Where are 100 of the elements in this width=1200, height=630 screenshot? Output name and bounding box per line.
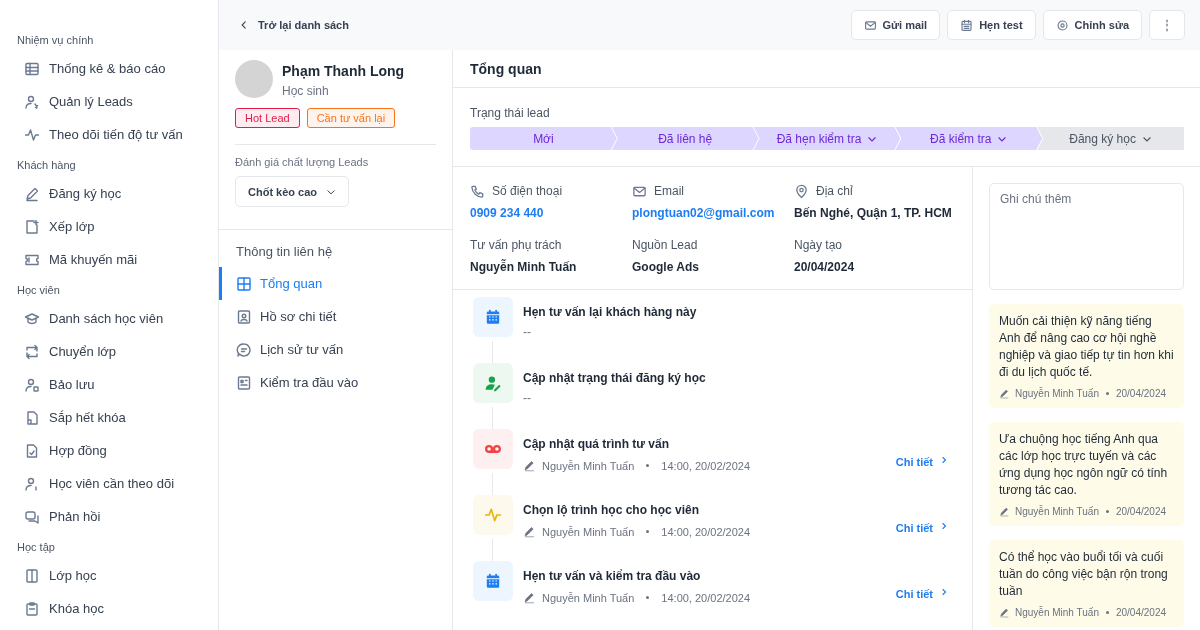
detail-link[interactable]: Chi tiết xyxy=(895,588,948,600)
dot-separator xyxy=(1105,392,1109,395)
dot-separator xyxy=(646,464,650,467)
calendar-icon xyxy=(484,572,502,590)
sidebar-item[interactable]: Mã khuyến mãi xyxy=(0,243,218,276)
avatar xyxy=(235,60,273,98)
contact-link[interactable]: plongtuan02@gmail.com xyxy=(632,206,775,220)
toolbar-button[interactable]: Gửi mail xyxy=(850,10,941,40)
author-name: Nguyễn Minh Tuấn xyxy=(1015,506,1099,517)
chat-icon xyxy=(24,508,40,525)
lead-name: Phạm Thanh Long xyxy=(282,63,405,79)
sidebar-item[interactable]: Sắp hết khóa xyxy=(0,401,218,434)
calendar-icon xyxy=(484,308,502,326)
pen-icon xyxy=(523,525,536,538)
graduation-cap-icon xyxy=(24,310,40,327)
timestamp: 14:00, 20/02/2024 xyxy=(661,459,751,472)
section-heading: Học viên xyxy=(16,284,61,296)
author-name: Nguyễn Minh Tuấn xyxy=(542,459,635,472)
dot-separator xyxy=(646,596,650,599)
sidebar-item[interactable]: Chuyển lớp xyxy=(0,335,218,368)
detail-link[interactable]: Chi tiết xyxy=(895,456,948,468)
toolbar-button[interactable]: Hẹn test xyxy=(947,10,1036,40)
pen-icon xyxy=(999,607,1010,618)
sidebar-item[interactable]: Theo dõi tiến độ tư vấn xyxy=(0,118,218,151)
field-label: Email xyxy=(654,184,684,198)
table-icon xyxy=(24,60,40,77)
timeline-title: Chọn lộ trình học cho học viên xyxy=(523,503,700,517)
author-name: Nguyễn Minh Tuấn xyxy=(1015,607,1099,618)
sidebar-item[interactable]: Hợp đồng xyxy=(0,434,218,467)
status-step[interactable]: Đã hẹn kiểm tra xyxy=(753,127,901,150)
chevron-left-icon xyxy=(239,20,249,30)
field-label: Địa chỉ xyxy=(816,184,853,198)
chevron-right-icon xyxy=(940,522,948,530)
document-icon xyxy=(24,409,40,426)
dot-separator xyxy=(1105,510,1109,513)
sidebar-item[interactable]: Thống kê & báo cáo xyxy=(0,52,218,85)
field-value: Bến Nghé, Quận 1, TP. HCM xyxy=(794,206,952,220)
timeline-title: Cập nhật trạng thái đăng ký học xyxy=(523,371,707,385)
field-value: 20/04/2024 xyxy=(794,260,855,274)
sidebar-item[interactable]: Bảo lưu xyxy=(0,368,218,401)
nav-item[interactable]: Tổng quan xyxy=(219,267,452,300)
id-card-icon xyxy=(236,308,252,325)
note-text: Ưa chuộng học tiếng Anh qua các lớp học trực tuyến và các ứng dụng học ngôn ngữ có tính tương tác cao. xyxy=(999,431,1169,499)
section-heading: Nhiệm vụ chính xyxy=(16,34,95,46)
section-heading: Học tập xyxy=(16,541,56,553)
nav-item[interactable]: Hồ sơ chi tiết xyxy=(219,300,452,333)
timestamp: 14:00, 20/02/2024 xyxy=(661,525,751,538)
form-icon xyxy=(236,374,252,391)
field-label: Tư vấn phụ trách xyxy=(470,238,562,252)
author-name: Nguyễn Minh Tuấn xyxy=(542,591,635,604)
sidebar-item[interactable]: Khóa học xyxy=(0,592,218,625)
timeline-title: Hẹn tư vấn và kiểm tra đầu vào xyxy=(523,569,702,583)
status-step[interactable]: Đã liên hệ xyxy=(611,127,759,150)
contact-link[interactable]: 0909 234 440 xyxy=(470,206,544,220)
timeline-title: Hẹn tư vấn lại khách hàng này xyxy=(523,305,698,319)
timeline-title: Cập nhật quá trình tư vấn xyxy=(523,437,671,451)
sidebar-item[interactable]: Xếp lớp xyxy=(0,210,218,243)
field-value: Google Ads xyxy=(632,260,699,274)
field-label: Nguồn Lead xyxy=(632,238,698,252)
phone-icon xyxy=(470,183,485,199)
note-text: Muốn cải thiện kỹ năng tiếng Anh để nâng cao cơ hội nghề nghiệp và giao tiếp tự tin hơn khi đi du lịch quốc tế. xyxy=(999,313,1174,381)
sidebar-item[interactable]: Học viên cần theo dõi xyxy=(0,467,218,500)
timestamp: 14:00, 20/02/2024 xyxy=(661,591,751,604)
user-lock-icon xyxy=(24,376,40,393)
detail-link[interactable]: Chi tiết xyxy=(895,522,948,534)
panel-title: Tổng quan xyxy=(453,50,1200,88)
date: 20/04/2024 xyxy=(1115,388,1166,399)
field-label: Ngày tạo xyxy=(794,238,843,252)
chevron-right-icon xyxy=(940,456,948,464)
mail-icon xyxy=(863,18,877,32)
sidebar-item[interactable]: Đăng ký học xyxy=(0,177,218,210)
pen-icon xyxy=(523,591,536,604)
quality-dropdown[interactable]: Chốt kèo cao xyxy=(235,176,350,207)
nav-item[interactable]: Lịch sử tư vấn xyxy=(219,333,452,366)
pen-icon xyxy=(523,459,536,472)
add-page-icon xyxy=(24,218,40,235)
sidebar-item[interactable]: Danh sách học viên xyxy=(0,302,218,335)
chat-icon xyxy=(236,341,252,358)
tag: Cần tư vấn lại xyxy=(306,108,396,128)
sidebar-item[interactable]: Lớp học xyxy=(0,559,218,592)
dot-separator xyxy=(646,530,650,533)
lead-role: Học sinh xyxy=(282,84,330,98)
status-step[interactable]: Đã kiểm tra xyxy=(895,127,1043,150)
sidebar-item[interactable]: Quản lý Leads xyxy=(0,85,218,118)
tag: Hot Lead xyxy=(235,108,300,128)
field-label: Đánh giá chất lượng Leads xyxy=(235,156,370,168)
date: 20/04/2024 xyxy=(1115,506,1166,517)
pen-icon xyxy=(24,185,40,202)
toolbar-button[interactable]: Chỉnh sửa xyxy=(1042,10,1142,40)
status-step[interactable]: Mới xyxy=(470,127,617,150)
sidebar-item[interactable]: Phản hồi xyxy=(0,500,218,533)
pulse-icon xyxy=(484,506,502,524)
pulse-icon xyxy=(24,126,40,143)
chevron-right-icon xyxy=(940,588,948,596)
status-step[interactable]: Đăng ký học xyxy=(1037,127,1184,150)
note-field[interactable]: Ghi chú thêm xyxy=(989,183,1184,290)
author-name: Nguyễn Minh Tuấn xyxy=(1015,388,1099,399)
back-link[interactable]: Trở lại danh sách xyxy=(239,19,349,31)
empty-value: -- xyxy=(523,391,532,405)
nav-item[interactable]: Kiểm tra đầu vào xyxy=(219,366,452,399)
